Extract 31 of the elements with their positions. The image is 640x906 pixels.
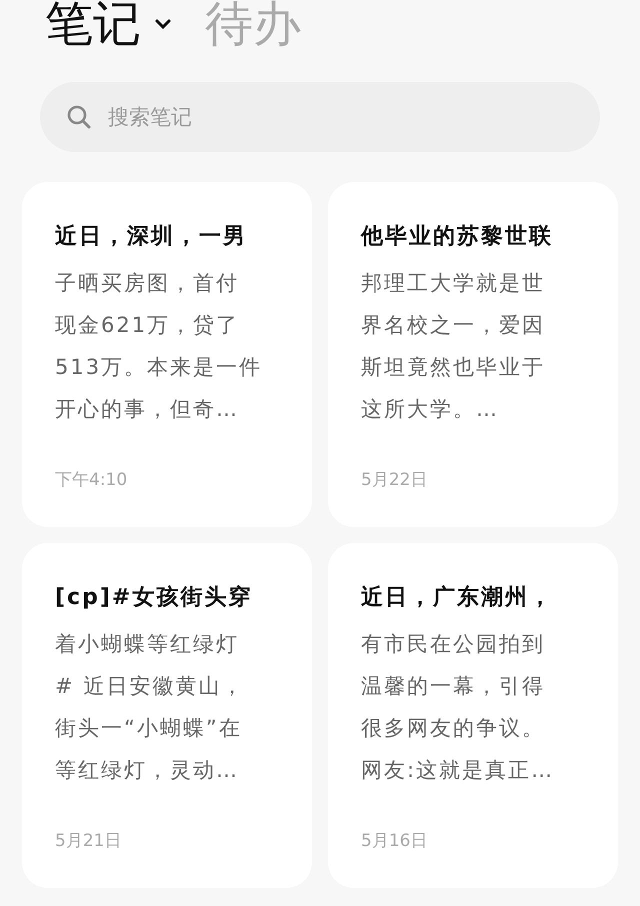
note-preview-line: 网友:这就是真正…: [361, 757, 554, 784]
note-preview-line: # 近日安徽黄山，: [55, 673, 244, 700]
chevron-down-icon[interactable]: [155, 18, 171, 30]
tab[interactable]: 笔记: [45, 0, 141, 52]
note-preview-line: 着小蝴蝶等红绿灯: [55, 631, 239, 658]
note-card[interactable]: 近日，深圳，一男 子晒买房图，首付 现金621万，贷了 513万。本来是一件 开心的事，但奇… 下午4:10: [22, 182, 312, 527]
note-preview-line: 513万。本来是一件: [55, 354, 262, 381]
note-card[interactable]: 他毕业的苏黎世联 邦理工大学就是世 界名校之一，爱因 斯坦竟然也毕业于 这所大学。… 5月22日: [328, 182, 618, 527]
note-date: 5月16日: [361, 830, 428, 852]
search-field[interactable]: 搜索笔记: [40, 82, 600, 152]
note-title: 近日，广东潮州，: [361, 584, 554, 612]
note-preview-line: 街头一“小蝴蝶”在: [55, 715, 242, 742]
note-title: 他毕业的苏黎世联: [361, 223, 554, 251]
note-card[interactable]: [cp]#女孩街头穿 着小蝴蝶等红绿灯 # 近日安徽黄山， 街头一“小蝴蝶”在 等红绿灯，灵动… 5月21日: [22, 543, 312, 888]
note-preview-line: 有市民在公园拍到: [361, 631, 545, 658]
note-preview-line: 现金621万，贷了: [55, 312, 240, 339]
note-date: 5月22日: [361, 469, 428, 491]
note-title: 近日，深圳，一男: [55, 223, 248, 251]
note-date: 下午4:10: [55, 469, 128, 491]
note-preview-line: 开心的事，但奇…: [55, 396, 239, 423]
note-preview-line: 很多网友的争议。: [361, 715, 545, 742]
note-card[interactable]: 近日，广东潮州， 有市民在公园拍到 温馨的一幕，引得 很多网友的争议。 网友:这就是真正… 5月16日: [328, 543, 618, 888]
note-preview-line: 邦理工大学就是世: [361, 270, 545, 297]
note-preview-line: 等红绿灯，灵动…: [55, 757, 239, 784]
note-date: 5月21日: [55, 830, 122, 852]
note-preview-line: 这所大学。…: [361, 396, 499, 423]
note-preview-line: 斯坦竟然也毕业于: [361, 354, 545, 381]
note-preview-line: 子晒买房图，首付: [55, 270, 239, 297]
note-preview-line: 温馨的一幕，引得: [361, 673, 545, 700]
note-preview-line: 界名校之一，爱因: [361, 312, 545, 339]
note-title: [cp]#女孩街头穿: [55, 584, 254, 612]
